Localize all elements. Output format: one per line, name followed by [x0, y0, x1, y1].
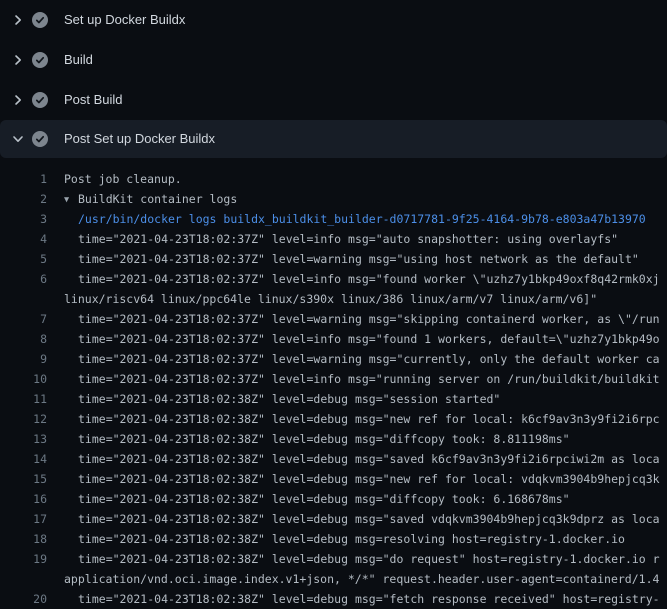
line-number[interactable]: 11: [0, 389, 47, 409]
line-number[interactable]: 1: [0, 169, 47, 189]
log-line: 13time="2021-04-23T18:02:38Z" level=debu…: [0, 429, 667, 449]
log-line: 17time="2021-04-23T18:02:38Z" level=debu…: [0, 509, 667, 529]
log-line: 6time="2021-04-23T18:02:37Z" level=info …: [0, 269, 667, 289]
log-text: time="2021-04-23T18:02:37Z" level=warnin…: [47, 349, 660, 369]
step-label: Set up Docker Buildx: [64, 12, 185, 28]
log-text: time="2021-04-23T18:02:37Z" level=info m…: [47, 329, 660, 349]
line-number[interactable]: 19: [0, 549, 47, 569]
log-text: Post job cleanup.: [47, 169, 182, 189]
line-number[interactable]: 5: [0, 249, 47, 269]
log-text: time="2021-04-23T18:02:38Z" level=debug …: [47, 389, 500, 409]
log-line: 8time="2021-04-23T18:02:37Z" level=info …: [0, 329, 667, 349]
line-number[interactable]: 10: [0, 369, 47, 389]
line-number[interactable]: 18: [0, 529, 47, 549]
log-line: 11time="2021-04-23T18:02:38Z" level=debu…: [0, 389, 667, 409]
log-line: linux/riscv64 linux/ppc64le linux/s390x …: [0, 289, 667, 309]
line-number[interactable]: 16: [0, 489, 47, 509]
line-number[interactable]: 7: [0, 309, 47, 329]
log-line: 14time="2021-04-23T18:02:38Z" level=debu…: [0, 449, 667, 469]
log-text: time="2021-04-23T18:02:38Z" level=debug …: [47, 589, 660, 609]
log-line: 19time="2021-04-23T18:02:38Z" level=debu…: [0, 549, 667, 569]
log-line: 20time="2021-04-23T18:02:38Z" level=debu…: [0, 589, 667, 609]
log-line: 1Post job cleanup.: [0, 169, 667, 189]
line-number: [0, 289, 47, 309]
line-number[interactable]: 6: [0, 269, 47, 289]
log-text: time="2021-04-23T18:02:37Z" level=info m…: [47, 229, 618, 249]
log-line: 9time="2021-04-23T18:02:37Z" level=warni…: [0, 349, 667, 369]
line-number[interactable]: 9: [0, 349, 47, 369]
log-text: time="2021-04-23T18:02:38Z" level=debug …: [47, 469, 660, 489]
step-log-console: 1Post job cleanup.2▼BuildKit container l…: [0, 158, 667, 609]
step-label: Post Build: [64, 92, 123, 108]
log-text: time="2021-04-23T18:02:37Z" level=warnin…: [47, 249, 639, 269]
log-line: 3/usr/bin/docker logs buildx_buildkit_bu…: [0, 209, 667, 229]
log-text: time="2021-04-23T18:02:38Z" level=debug …: [47, 429, 570, 449]
triangle-down-icon[interactable]: ▼: [64, 190, 78, 209]
log-line: 10time="2021-04-23T18:02:37Z" level=info…: [0, 369, 667, 389]
line-number[interactable]: 13: [0, 429, 47, 449]
log-group-line: 2▼BuildKit container logs: [0, 189, 667, 209]
line-number[interactable]: 12: [0, 409, 47, 429]
step-row-build[interactable]: Build: [0, 40, 667, 80]
line-number[interactable]: 17: [0, 509, 47, 529]
log-text: time="2021-04-23T18:02:37Z" level=info m…: [47, 369, 660, 389]
log-line: 4time="2021-04-23T18:02:37Z" level=info …: [0, 229, 667, 249]
log-text: time="2021-04-23T18:02:38Z" level=debug …: [47, 529, 625, 549]
log-group-label[interactable]: BuildKit container logs: [78, 192, 237, 206]
log-text: time="2021-04-23T18:02:38Z" level=debug …: [47, 509, 660, 529]
log-text: time="2021-04-23T18:02:38Z" level=debug …: [47, 409, 660, 429]
job-steps-list: Set up Docker Buildx Build Post Build Post …: [0, 0, 667, 158]
check-circle-icon: [32, 131, 48, 147]
line-number[interactable]: 15: [0, 469, 47, 489]
log-text: time="2021-04-23T18:02:38Z" level=debug …: [47, 489, 570, 509]
chevron-down-icon: [12, 133, 24, 145]
step-label: Build: [64, 52, 93, 68]
log-line: 16time="2021-04-23T18:02:38Z" level=debu…: [0, 489, 667, 509]
line-number[interactable]: 4: [0, 229, 47, 249]
check-circle-icon: [32, 12, 48, 28]
line-number[interactable]: 20: [0, 589, 47, 609]
chevron-right-icon: [12, 14, 24, 26]
log-line: 18time="2021-04-23T18:02:38Z" level=debu…: [0, 529, 667, 549]
log-line: 12time="2021-04-23T18:02:38Z" level=debu…: [0, 409, 667, 429]
step-row-set-up-docker-buildx[interactable]: Set up Docker Buildx: [0, 0, 667, 40]
line-number[interactable]: 14: [0, 449, 47, 469]
log-text: time="2021-04-23T18:02:37Z" level=warnin…: [47, 309, 660, 329]
line-number: [0, 569, 47, 589]
check-circle-icon: [32, 92, 48, 108]
line-number[interactable]: 8: [0, 329, 47, 349]
log-wrapped-text: linux/riscv64 linux/ppc64le linux/s390x …: [47, 289, 597, 309]
log-text: time="2021-04-23T18:02:38Z" level=debug …: [47, 549, 660, 569]
step-row-post-build[interactable]: Post Build: [0, 80, 667, 120]
log-command-text: /usr/bin/docker logs buildx_buildkit_bui…: [47, 209, 646, 229]
log-line: 5time="2021-04-23T18:02:37Z" level=warni…: [0, 249, 667, 269]
log-line: 15time="2021-04-23T18:02:38Z" level=debu…: [0, 469, 667, 489]
log-line: 7time="2021-04-23T18:02:37Z" level=warni…: [0, 309, 667, 329]
log-text: time="2021-04-23T18:02:37Z" level=info m…: [47, 269, 660, 289]
log-text: time="2021-04-23T18:02:38Z" level=debug …: [47, 449, 660, 469]
chevron-right-icon: [12, 54, 24, 66]
step-label: Post Set up Docker Buildx: [64, 131, 215, 147]
log-wrapped-text: application/vnd.oci.image.index.v1+json,…: [47, 569, 659, 589]
check-circle-icon: [32, 52, 48, 68]
chevron-right-icon: [12, 94, 24, 106]
log-text: ▼BuildKit container logs: [47, 189, 237, 209]
line-number[interactable]: 3: [0, 209, 47, 229]
log-line: application/vnd.oci.image.index.v1+json,…: [0, 569, 667, 589]
step-row-post-set-up-docker-buildx[interactable]: Post Set up Docker Buildx: [0, 120, 667, 158]
line-number[interactable]: 2: [0, 189, 47, 209]
